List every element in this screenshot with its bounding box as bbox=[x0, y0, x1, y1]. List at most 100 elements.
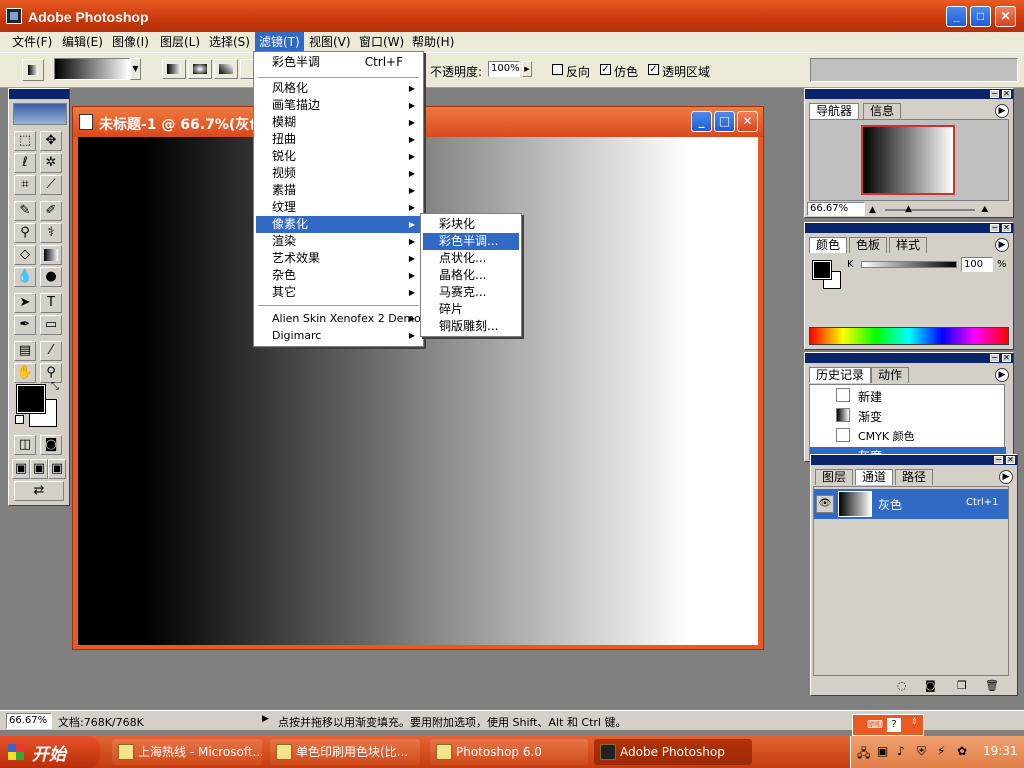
gradient-tool-preset[interactable] bbox=[22, 59, 44, 81]
help-icon[interactable]: ? bbox=[887, 718, 901, 732]
status-zoom-input[interactable]: 66.67% bbox=[6, 713, 52, 729]
reflected-gradient-button[interactable] bbox=[240, 59, 254, 79]
navigator-zoom-input[interactable]: 66.67% bbox=[807, 202, 865, 216]
pixelate-crystallize[interactable]: 晶格化... bbox=[423, 267, 519, 284]
linear-gradient-button[interactable] bbox=[162, 59, 186, 79]
gradient-picker[interactable] bbox=[54, 58, 130, 80]
notes-tool-icon[interactable]: ▤ bbox=[14, 341, 36, 361]
close-palette-icon[interactable]: ✕ bbox=[1002, 354, 1011, 362]
color-ramp[interactable] bbox=[809, 327, 1009, 345]
minimize-palette-icon[interactable]: − bbox=[990, 224, 999, 232]
tab-navigator[interactable]: 导航器 bbox=[809, 103, 860, 119]
reverse-checkbox[interactable] bbox=[552, 64, 563, 75]
start-button[interactable]: 开始 bbox=[0, 736, 100, 768]
status-arrow-icon[interactable]: ▶ bbox=[262, 714, 269, 724]
minimize-button[interactable]: _ bbox=[946, 6, 967, 27]
menu-file[interactable]: 文件(F) bbox=[8, 32, 56, 52]
tab-channels[interactable]: 通道 bbox=[855, 469, 894, 485]
document-close-button[interactable]: ✕ bbox=[737, 111, 758, 132]
gradient-dropdown-arrow-icon[interactable]: ▼ bbox=[130, 58, 141, 80]
monitor-icon[interactable]: ▣ bbox=[877, 744, 888, 758]
color-foreground-swatch[interactable] bbox=[812, 260, 832, 280]
zoom-slider[interactable] bbox=[885, 209, 975, 211]
filter-sharpen[interactable]: 锐化 ▶ bbox=[256, 148, 421, 165]
power-icon[interactable]: ⚡ bbox=[937, 744, 945, 758]
filter-pixelate[interactable]: 像素化 ▶ bbox=[256, 216, 421, 233]
pixelate-facet[interactable]: 彩块化 bbox=[423, 216, 519, 233]
opacity-input[interactable]: 100% bbox=[488, 61, 520, 77]
filter-render[interactable]: 渲染 ▶ bbox=[256, 233, 421, 250]
tab-color[interactable]: 颜色 bbox=[809, 237, 848, 253]
load-channel-selection-icon[interactable]: ◌ bbox=[897, 679, 907, 692]
full-screen-mode-icon[interactable]: ▣ bbox=[48, 459, 66, 479]
type-tool-icon[interactable]: T bbox=[40, 293, 62, 313]
menu-filter[interactable]: 滤镜(T) bbox=[255, 32, 304, 52]
slice-tool-icon[interactable]: ⟋ bbox=[40, 175, 62, 195]
minimize-palette-icon[interactable]: − bbox=[990, 90, 999, 98]
brush-tool-icon[interactable]: ✐ bbox=[40, 201, 62, 221]
filter-texture[interactable]: 纹理 ▶ bbox=[256, 199, 421, 216]
eye-visibility-icon[interactable]: 👁 bbox=[816, 495, 834, 513]
document-minimize-button[interactable]: _ bbox=[691, 111, 712, 132]
palette-menu-icon[interactable]: ▶ bbox=[999, 470, 1013, 484]
quick-mask-mode-icon[interactable]: ◙ bbox=[40, 435, 62, 455]
maximize-button[interactable]: □ bbox=[970, 6, 991, 27]
menu-view[interactable]: 视图(V) bbox=[305, 32, 355, 52]
blur-tool-icon[interactable]: 💧 bbox=[14, 267, 36, 287]
new-channel-icon[interactable]: ❐ bbox=[957, 679, 967, 692]
pen-tool-icon[interactable]: ✒ bbox=[14, 315, 36, 335]
standard-mode-icon[interactable]: ◫ bbox=[14, 435, 36, 455]
filter-stylize[interactable]: 风格化 ▶ bbox=[256, 80, 421, 97]
close-palette-icon[interactable]: ✕ bbox=[1006, 456, 1015, 464]
clock[interactable]: 19:31 bbox=[983, 744, 1018, 758]
tab-layers[interactable]: 图层 bbox=[815, 469, 854, 485]
shield-icon[interactable]: ⛨ bbox=[917, 744, 926, 759]
radial-gradient-button[interactable] bbox=[188, 59, 212, 79]
pixelate-color-halftone[interactable]: 彩色半调... bbox=[423, 233, 519, 250]
opacity-arrow-icon[interactable]: ▶ bbox=[522, 61, 532, 77]
menu-image[interactable]: 图像(I) bbox=[108, 32, 153, 52]
zoom-out-icon[interactable]: ▲ bbox=[869, 205, 876, 215]
eraser-tool-icon[interactable]: ◇ bbox=[14, 245, 36, 265]
channels-palette-header[interactable]: − ✕ bbox=[811, 455, 1017, 465]
close-button[interactable]: ✕ bbox=[995, 6, 1016, 27]
history-item[interactable]: 新建 bbox=[810, 387, 1006, 405]
swap-colors-icon[interactable]: ⤡ bbox=[51, 381, 59, 392]
lasso-tool-icon[interactable]: ℓ bbox=[14, 153, 36, 173]
healing-brush-tool-icon[interactable]: ✎ bbox=[14, 201, 36, 221]
filter-blur[interactable]: 模糊 ▶ bbox=[256, 114, 421, 131]
palette-well[interactable] bbox=[810, 58, 1018, 82]
tab-info[interactable]: 信息 bbox=[863, 103, 902, 119]
k-value-input[interactable]: 100 bbox=[961, 257, 993, 272]
pixelate-pointillize[interactable]: 点状化... bbox=[423, 250, 519, 267]
move-tool-icon[interactable]: ✥ bbox=[40, 131, 62, 151]
network-icon[interactable]: 🖧 bbox=[857, 744, 870, 765]
k-slider[interactable] bbox=[861, 261, 957, 268]
tab-actions[interactable]: 动作 bbox=[871, 367, 910, 383]
filter-brush-strokes[interactable]: 画笔描边 ▶ bbox=[256, 97, 421, 114]
tab-history[interactable]: 历史记录 bbox=[809, 367, 872, 383]
default-colors-icon[interactable] bbox=[15, 415, 24, 424]
clone-stamp-tool-icon[interactable]: ⚲ bbox=[14, 223, 36, 243]
palette-menu-icon[interactable]: ▶ bbox=[995, 368, 1009, 382]
history-palette-header[interactable]: − ✕ bbox=[805, 353, 1013, 363]
transparency-checkbox[interactable]: ✓ bbox=[648, 64, 659, 75]
input-method-icon[interactable]: ✿ bbox=[957, 744, 967, 758]
jump-to-imageready-icon[interactable]: ⇄ bbox=[14, 481, 64, 501]
filter-distort[interactable]: 扭曲 ▶ bbox=[256, 131, 421, 148]
history-item[interactable]: 渐变 bbox=[810, 407, 1006, 425]
keyboard-icon[interactable]: ⌨ bbox=[867, 718, 883, 731]
menu-select[interactable]: 选择(S) bbox=[205, 32, 254, 52]
history-brush-tool-icon[interactable]: ⚕ bbox=[40, 223, 62, 243]
filter-noise[interactable]: 杂色 ▶ bbox=[256, 267, 421, 284]
dither-checkbox[interactable]: ✓ bbox=[600, 64, 611, 75]
close-palette-icon[interactable]: ✕ bbox=[1002, 90, 1011, 98]
pixelate-mezzotint[interactable]: 铜版雕刻... bbox=[423, 318, 519, 335]
dodge-tool-icon[interactable]: ● bbox=[40, 267, 62, 287]
standard-screen-mode-icon[interactable]: ▣ bbox=[12, 459, 30, 479]
path-selection-tool-icon[interactable]: ➤ bbox=[14, 293, 36, 313]
adobe-online-icon[interactable] bbox=[13, 103, 67, 125]
tab-paths[interactable]: 路径 bbox=[895, 469, 934, 485]
menu-window[interactable]: 窗口(W) bbox=[355, 32, 408, 52]
magic-wand-tool-icon[interactable]: ✲ bbox=[40, 153, 62, 173]
